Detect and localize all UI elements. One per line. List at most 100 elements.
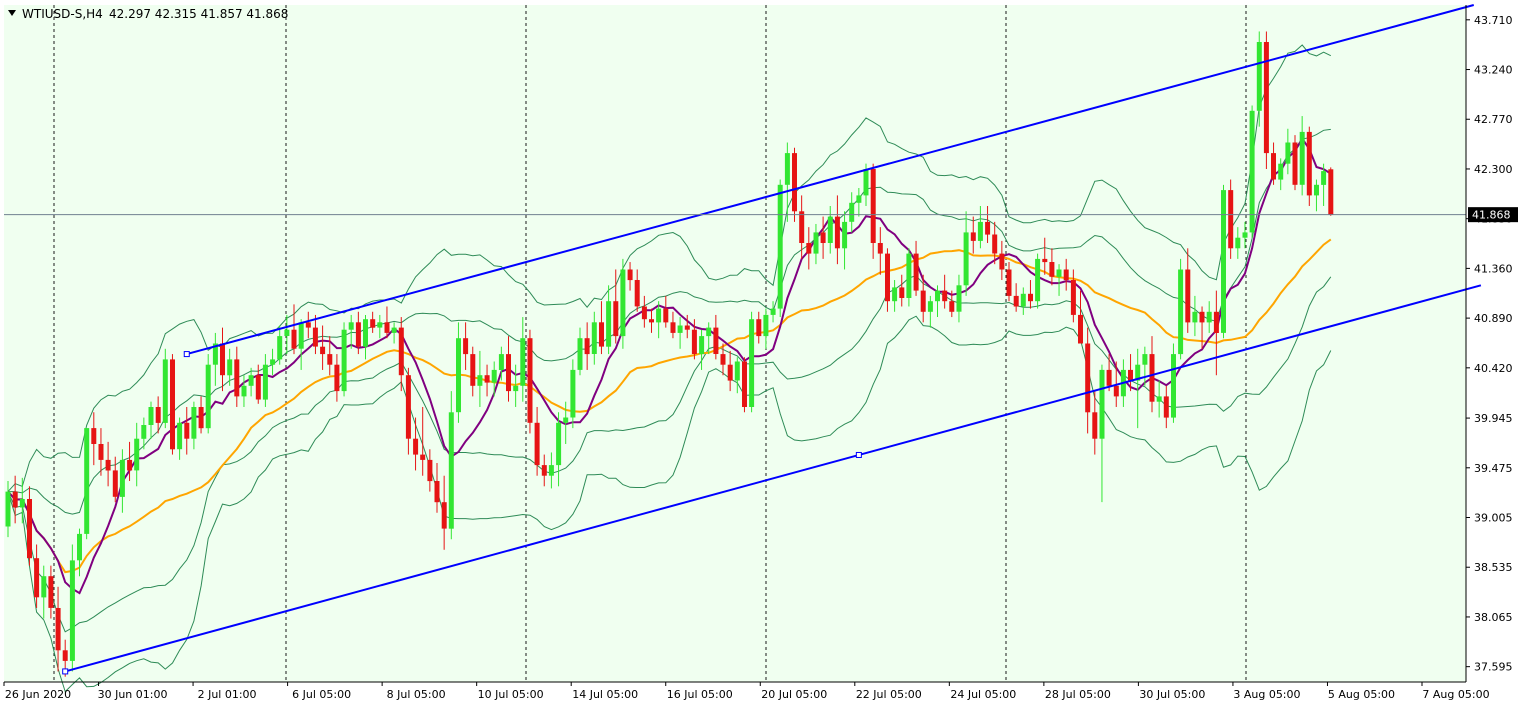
candle-body <box>999 253 1005 270</box>
price-tick-label: 40.420 <box>1474 362 1513 375</box>
candle <box>84 428 90 540</box>
candle-body <box>777 184 783 309</box>
candle-body <box>577 338 583 370</box>
candle-body <box>484 375 490 383</box>
candle-body <box>935 290 940 302</box>
candle-body <box>291 329 297 349</box>
candle-body <box>1292 142 1298 185</box>
candle-body <box>1185 269 1191 323</box>
time-tick-label: 7 Aug 05:00 <box>1422 688 1489 701</box>
channel-upper-line-anchor[interactable] <box>183 351 190 358</box>
candle-body <box>277 336 283 360</box>
candle-body <box>491 369 497 383</box>
channel-lower-mid-anchor[interactable] <box>855 451 862 458</box>
time-tick-label: 10 Jul 05:00 <box>478 688 544 701</box>
candle-body <box>220 343 225 376</box>
candle-body <box>742 361 747 407</box>
price-tick-label: 37.595 <box>1474 661 1513 674</box>
chart[interactable]: 43.71043.24042.77042.30041.83041.36040.8… <box>0 0 1526 708</box>
candle-body <box>1314 184 1319 196</box>
candle-body <box>1035 258 1041 302</box>
candle-body <box>1285 142 1291 164</box>
candle-body <box>1056 269 1062 277</box>
candle-body <box>298 322 304 349</box>
candle-body <box>12 491 18 508</box>
candle-body <box>1128 369 1133 381</box>
candle-body <box>541 465 547 476</box>
candle-body <box>1149 354 1155 402</box>
candle-body <box>1192 311 1198 323</box>
candle-body <box>148 407 154 425</box>
candle-body <box>827 216 833 243</box>
price-tick-label: 38.535 <box>1474 561 1513 574</box>
candle-body <box>155 407 161 423</box>
candle-body <box>913 253 919 291</box>
candle-body <box>977 221 983 241</box>
candle-body <box>599 322 604 347</box>
candle-body <box>448 412 454 529</box>
candle-body <box>1020 293 1026 307</box>
candle <box>1221 184 1226 339</box>
candle-body <box>570 369 576 418</box>
candle-body <box>127 459 133 471</box>
candle-body <box>813 232 819 254</box>
time-tick-label: 28 Jul 05:00 <box>1045 688 1111 701</box>
candle-body <box>591 322 597 354</box>
channel-lower-line-anchor[interactable] <box>62 668 69 675</box>
candle-body <box>506 354 511 392</box>
candle <box>162 348 168 429</box>
candle-body <box>563 417 569 423</box>
time-tick-label: 22 Jul 05:00 <box>856 688 922 701</box>
candle-body <box>205 364 211 429</box>
candle-body <box>863 169 869 196</box>
candle-body <box>1070 280 1076 315</box>
candle-body <box>1085 343 1091 413</box>
candle-body <box>105 459 111 471</box>
candle-body <box>420 454 426 460</box>
price-tick-label: 42.300 <box>1474 163 1513 176</box>
candle-body <box>527 338 533 423</box>
candle-body <box>1078 314 1083 344</box>
candle-body <box>141 425 147 439</box>
time-tick-label: 6 Jul 05:00 <box>292 688 351 701</box>
candle <box>341 322 347 397</box>
candle <box>448 391 454 540</box>
candle <box>1171 343 1176 423</box>
candle-body <box>1178 269 1184 355</box>
candle-body <box>398 327 404 376</box>
candle-body <box>77 533 82 561</box>
candle-body <box>227 359 233 376</box>
candle <box>749 311 755 413</box>
candle-body <box>413 438 419 455</box>
candle <box>906 248 912 307</box>
candle-body <box>963 232 969 286</box>
candle-body <box>756 319 762 337</box>
candle-body <box>1092 412 1098 439</box>
candle-body <box>534 422 540 466</box>
candle-body <box>1099 369 1105 439</box>
candle-body <box>691 329 697 354</box>
candle-body <box>334 364 340 392</box>
candle-body <box>1063 269 1069 281</box>
candle-body <box>427 459 433 482</box>
price-tick-label: 39.945 <box>1474 412 1513 425</box>
candle-body <box>1006 269 1012 296</box>
time-tick-label: 3 Aug 05:00 <box>1233 688 1300 701</box>
time-tick-label: 5 Aug 05:00 <box>1328 688 1395 701</box>
candle-body <box>184 422 190 439</box>
candle-body <box>170 359 175 450</box>
chart-svg[interactable]: 43.71043.24042.77042.30041.83041.36040.8… <box>0 0 1526 708</box>
ohlc-label: 42.297 42.315 41.857 41.868 <box>109 7 288 21</box>
candle-body <box>620 269 626 337</box>
candle-body <box>892 287 898 302</box>
candle-body <box>69 560 75 661</box>
candle-body <box>1228 190 1234 249</box>
candle-body <box>706 327 712 337</box>
candle-body <box>1042 258 1048 263</box>
candle-body <box>749 319 755 407</box>
candle <box>620 258 626 349</box>
candle-body <box>241 385 247 397</box>
candle-body <box>377 322 383 328</box>
price-tick-label: 40.890 <box>1474 312 1513 325</box>
candle-body <box>1142 354 1148 365</box>
